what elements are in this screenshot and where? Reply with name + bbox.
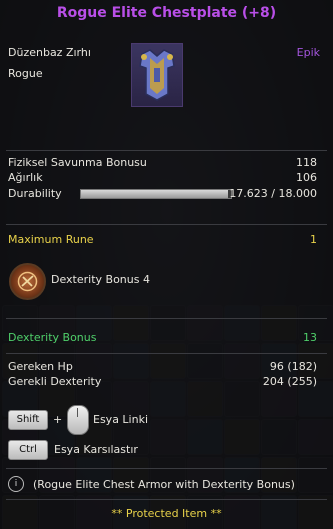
dexterity-bonus-value: 13 (303, 331, 317, 344)
stat-value-defense: 118 (296, 156, 317, 169)
item-compare-hint: Esya Karsılastır (54, 443, 138, 456)
dexterity-bonus-label: Dexterity Bonus (8, 331, 97, 344)
mouse-click-icon (67, 405, 89, 435)
requirement-value-hp: 96 (182) (269, 360, 317, 373)
stat-value-weight: 106 (296, 171, 317, 184)
ctrl-key-hint: Ctrl (8, 440, 48, 460)
rune-bonus-label: Dexterity Bonus 4 (51, 273, 150, 286)
divider (6, 318, 327, 319)
divider (6, 468, 327, 469)
plus-sign: + (53, 413, 63, 426)
rune-count: 1 (310, 233, 317, 246)
divider (6, 150, 327, 151)
item-tooltip: Rogue Elite Chestplate (+8) Düzenbaz Zır… (0, 0, 333, 529)
item-class: Rogue (8, 67, 43, 80)
stat-label-weight: Ağırlık (8, 171, 43, 184)
chestplate-armor-icon (131, 43, 183, 107)
requirement-label-hp: Gereken Hp (8, 360, 73, 373)
item-title: Rogue Elite Chestplate (+8) (56, 5, 277, 21)
stat-label-durability: Durability (8, 187, 62, 200)
requirement-value-dexterity: 204 (255) (262, 375, 317, 388)
divider (6, 499, 327, 500)
item-local-name: Düzenbaz Zırhı (8, 46, 91, 59)
stat-value-durability: 17.623 / 18.000 (229, 187, 317, 200)
protected-item-label: ** Protected Item ** (111, 507, 222, 520)
shift-key-hint: Shift (8, 410, 48, 430)
item-description: (Rogue Elite Chest Armor with Dexterity … (33, 478, 295, 491)
divider (6, 353, 327, 354)
item-link-hint: Esya Linki (93, 413, 149, 426)
stat-label-defense: Fiziksel Savunma Bonusu (8, 156, 147, 169)
durability-bar-fill (81, 190, 228, 198)
rune-title: Maximum Rune (8, 233, 94, 246)
info-icon: i (8, 476, 24, 492)
game-ui: Rogue Elite Chestplate (+8) Düzenbaz Zır… (0, 0, 333, 529)
divider (6, 224, 327, 225)
item-rarity: Epik (296, 46, 320, 59)
rune-seal-icon (9, 263, 46, 300)
requirement-label-dexterity: Gerekli Dexterity (8, 375, 102, 388)
durability-bar (80, 189, 232, 199)
